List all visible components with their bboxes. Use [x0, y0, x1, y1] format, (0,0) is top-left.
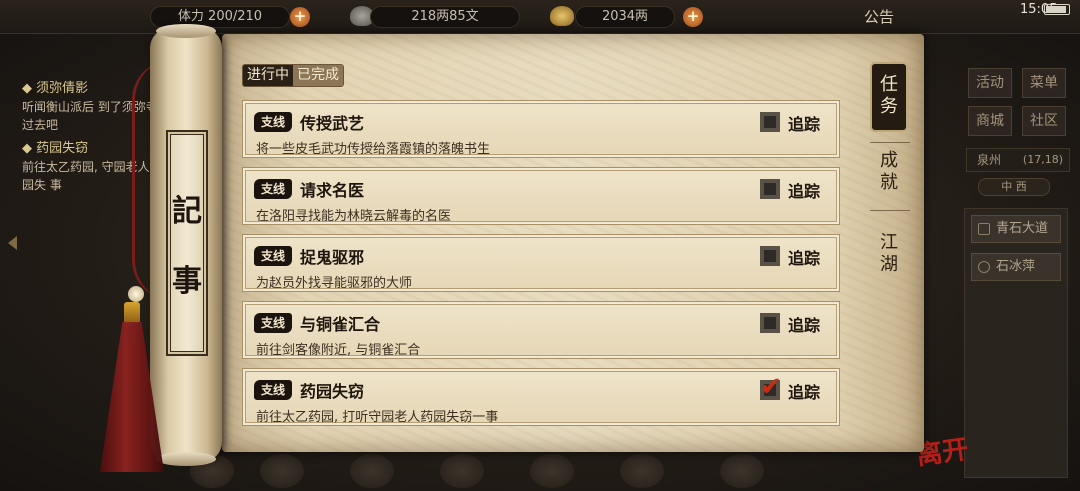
person-icon	[978, 261, 990, 273]
quest-description: 前往剑客像附近, 与铜雀汇合	[256, 343, 421, 358]
menu-icon[interactable]	[260, 454, 304, 488]
menu-button[interactable]: 菜单	[1022, 68, 1066, 98]
quest-description: 为赵员外找寻能驱邪的大师	[256, 276, 413, 291]
quest-title: 药园失窃	[300, 382, 365, 401]
menu-icon[interactable]	[440, 454, 484, 488]
quest-title: 与铜雀汇合	[300, 315, 381, 334]
side-quest-tag: 支线	[254, 246, 292, 266]
track-label: 追踪	[788, 249, 821, 268]
menu-icon[interactable]	[620, 454, 664, 488]
location-coords: (17,18)	[1022, 153, 1063, 166]
journal-title-char: 記	[172, 194, 202, 229]
battery-icon	[1044, 4, 1070, 15]
tab-in-progress[interactable]: 进行中	[243, 65, 293, 86]
track-toggle[interactable]: 追踪	[760, 111, 830, 134]
track-label: 追踪	[788, 115, 821, 134]
add-gold-button[interactable]: +	[683, 7, 703, 27]
location-display: 泉州 (17,18)	[966, 148, 1070, 172]
tassel-bead	[128, 286, 144, 302]
track-checkbox[interactable]: ✔	[760, 374, 782, 400]
track-toggle[interactable]: 追踪	[760, 312, 830, 335]
track-label: 追踪	[788, 182, 821, 201]
quest-title: 捉鬼驱邪	[300, 248, 365, 267]
add-stamina-button[interactable]: +	[290, 7, 310, 27]
track-label: 追踪	[788, 383, 821, 402]
quest-row[interactable]: 支线 药园失窃 前往太乙药园, 打听守园老人药园失窃一事 ✔ 追踪	[242, 368, 840, 426]
quest-title: 请求名医	[300, 181, 365, 200]
npc-list: 青石大道 石冰萍	[964, 208, 1068, 478]
menu-icon[interactable]	[720, 454, 764, 488]
track-checkbox[interactable]	[760, 246, 780, 266]
shop-button[interactable]: 商城	[968, 106, 1012, 136]
notice-button[interactable]: 公告	[864, 6, 894, 27]
community-button[interactable]: 社区	[1022, 106, 1066, 136]
side-quest-tag: 支线	[254, 179, 292, 199]
tab-divider	[870, 210, 910, 211]
tab-jianghu[interactable]: 江湖	[872, 232, 906, 276]
tassel-knot	[124, 302, 140, 324]
track-toggle[interactable]: ✔ 追踪	[760, 374, 830, 402]
track-checkbox[interactable]	[760, 179, 780, 199]
quest-description: 将一些皮毛武功传授给落霞镇的落魄书生	[256, 142, 491, 157]
quest-description: 前往太乙药园, 打听守园老人药园失窃一事	[256, 410, 499, 425]
quest-list: 支线 传授武艺 将一些皮毛武功传授给落霞镇的落魄书生 追踪 支线 请求名医 在洛…	[242, 100, 840, 435]
quest-status-tabs: 进行中 已完成	[242, 64, 344, 87]
location-name: 泉州	[977, 153, 1002, 167]
quest-description: 在洛阳寻找能为林晓云解毒的名医	[256, 209, 452, 224]
activity-button[interactable]: 活动	[968, 68, 1012, 98]
track-checkbox[interactable]	[760, 313, 780, 333]
journal-title-char: 事	[172, 264, 202, 299]
money-display: 218两85文	[370, 6, 520, 28]
track-checkbox[interactable]	[760, 112, 780, 132]
track-toggle[interactable]: 追踪	[760, 245, 830, 268]
tab-achievements[interactable]: 成就	[872, 150, 906, 194]
quest-row[interactable]: 支线 捉鬼驱邪 为赵员外找寻能驱邪的大师 追踪	[242, 234, 840, 292]
quest-row[interactable]: 支线 传授武艺 将一些皮毛武功传授给落霞镇的落魄书生 追踪	[242, 100, 840, 158]
tab-divider	[870, 142, 910, 143]
track-label: 追踪	[788, 316, 821, 335]
npc-entry[interactable]: 石冰萍	[971, 253, 1061, 281]
checkmark-icon: ✔	[760, 372, 782, 402]
tab-completed[interactable]: 已完成	[293, 65, 343, 86]
house-icon	[978, 223, 990, 235]
track-toggle[interactable]: 追踪	[760, 178, 830, 201]
side-quest-tag: 支线	[254, 112, 292, 132]
quest-title: 传授武艺	[300, 114, 365, 133]
side-quest-tag: 支线	[254, 380, 292, 400]
collapse-arrow-icon[interactable]	[8, 236, 17, 250]
menu-icon[interactable]	[350, 454, 394, 488]
gold-ingot-icon	[550, 6, 574, 26]
tab-tasks[interactable]: 任务	[872, 64, 906, 130]
journal-title-plaque: 記 事	[166, 130, 208, 356]
npc-entry[interactable]: 青石大道	[971, 215, 1061, 243]
menu-icon[interactable]	[530, 454, 574, 488]
quest-row[interactable]: 支线 与铜雀汇合 前往剑客像附近, 与铜雀汇合 追踪	[242, 301, 840, 359]
bottom-menu-bar	[190, 446, 950, 491]
compass: 中 西	[978, 178, 1050, 196]
side-quest-tag: 支线	[254, 313, 292, 333]
gold-display: 2034两	[575, 6, 675, 28]
quest-row[interactable]: 支线 请求名医 在洛阳寻找能为林晓云解毒的名医 追踪	[242, 167, 840, 225]
journal-category-tabs: 任务 成就 江湖	[862, 60, 914, 290]
